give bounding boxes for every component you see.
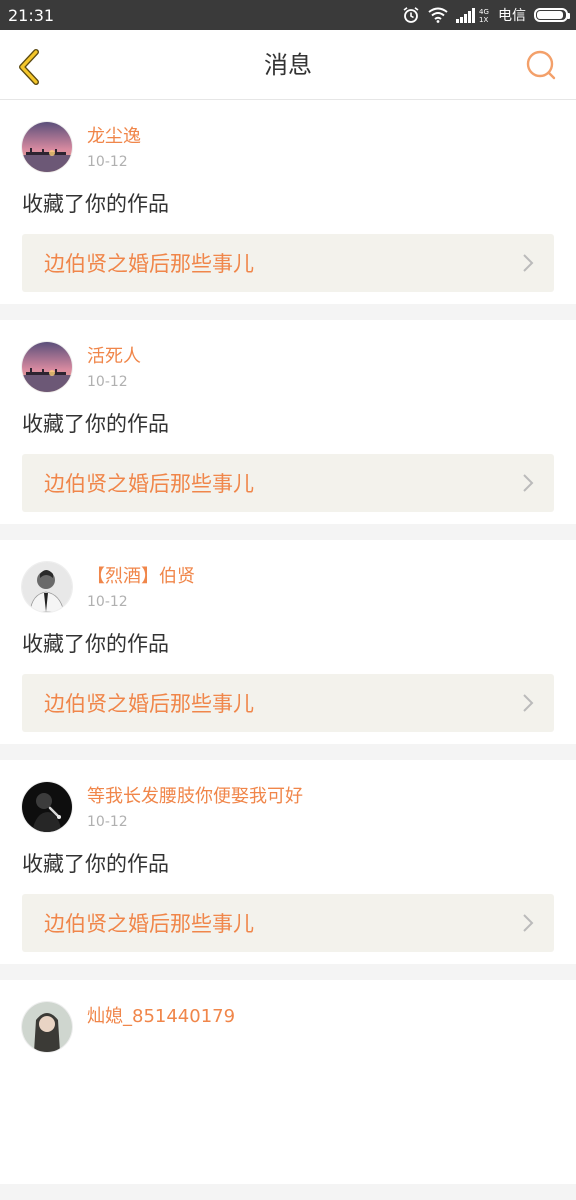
- sunset-pier-avatar-icon: [22, 342, 72, 392]
- username-link[interactable]: 龙尘逸: [87, 126, 141, 148]
- username-link[interactable]: 等我长发腰肢你便娶我可好: [87, 786, 303, 808]
- chevron-right-icon: [523, 254, 534, 272]
- work-link-button[interactable]: 边伯贤之婚后那些事儿: [22, 234, 554, 292]
- message-date: 10-12: [87, 594, 128, 610]
- message-item: 灿媳_851440179: [0, 980, 576, 1184]
- svg-text:4G: 4G: [479, 8, 489, 16]
- message-date: 10-12: [87, 814, 128, 830]
- dark-figure-avatar-icon: [22, 782, 72, 832]
- work-title: 边伯贤之婚后那些事儿: [44, 692, 254, 716]
- search-icon: [526, 50, 556, 80]
- person-portrait-avatar-icon: [22, 562, 72, 612]
- battery-icon: [534, 8, 570, 22]
- message-item: 【烈酒】伯贤 10-12 收藏了你的作品 边伯贤之婚后那些事儿: [0, 540, 576, 744]
- username-link[interactable]: 灿媳_851440179: [87, 1006, 235, 1028]
- message-action-text: 收藏了你的作品: [22, 852, 169, 876]
- message-action-text: 收藏了你的作品: [22, 412, 169, 436]
- top-nav-bar: 消息: [0, 30, 576, 100]
- chevron-right-icon: [523, 914, 534, 932]
- work-link-button[interactable]: 边伯贤之婚后那些事儿: [22, 894, 554, 952]
- alarm-icon: [403, 7, 419, 23]
- status-icons: 4G 1X 电信: [402, 5, 570, 25]
- page-title: 消息: [264, 51, 312, 79]
- work-link-button[interactable]: 边伯贤之婚后那些事儿: [22, 674, 554, 732]
- avatar[interactable]: [22, 562, 72, 612]
- message-date: 10-12: [87, 154, 128, 170]
- message-action-text: 收藏了你的作品: [22, 632, 169, 656]
- signal-icon: 4G 1X: [456, 8, 489, 23]
- username-link[interactable]: 【烈酒】伯贤: [87, 566, 195, 588]
- message-action-text: 收藏了你的作品: [22, 192, 169, 216]
- wifi-icon: [428, 7, 448, 23]
- chevron-right-icon: [523, 694, 534, 712]
- svg-text:1X: 1X: [479, 16, 488, 23]
- sunset-pier-avatar-icon: [22, 122, 72, 172]
- search-button[interactable]: [524, 48, 558, 82]
- message-date: 10-12: [87, 374, 128, 390]
- girl-portrait-avatar-icon: [22, 1002, 72, 1052]
- work-title: 边伯贤之婚后那些事儿: [44, 252, 254, 276]
- status-bar: 21:31 4G 1X 电信: [0, 0, 576, 30]
- avatar[interactable]: [22, 122, 72, 172]
- chevron-right-icon: [523, 474, 534, 492]
- message-item: 活死人 10-12 收藏了你的作品 边伯贤之婚后那些事儿: [0, 320, 576, 524]
- work-title: 边伯贤之婚后那些事儿: [44, 912, 254, 936]
- message-item: 龙尘逸 10-12 收藏了你的作品 边伯贤之婚后那些事儿: [0, 100, 576, 304]
- avatar[interactable]: [22, 1002, 72, 1052]
- status-time: 21:31: [8, 5, 55, 25]
- username-link[interactable]: 活死人: [87, 346, 141, 368]
- carrier-label: 电信: [498, 8, 526, 24]
- work-title: 边伯贤之婚后那些事儿: [44, 472, 254, 496]
- message-list: 龙尘逸 10-12 收藏了你的作品 边伯贤之婚后那些事儿 活死人 10-12 收…: [0, 100, 576, 1200]
- message-item: 等我长发腰肢你便娶我可好 10-12 收藏了你的作品 边伯贤之婚后那些事儿: [0, 760, 576, 964]
- avatar[interactable]: [22, 782, 72, 832]
- work-link-button[interactable]: 边伯贤之婚后那些事儿: [22, 454, 554, 512]
- avatar[interactable]: [22, 342, 72, 392]
